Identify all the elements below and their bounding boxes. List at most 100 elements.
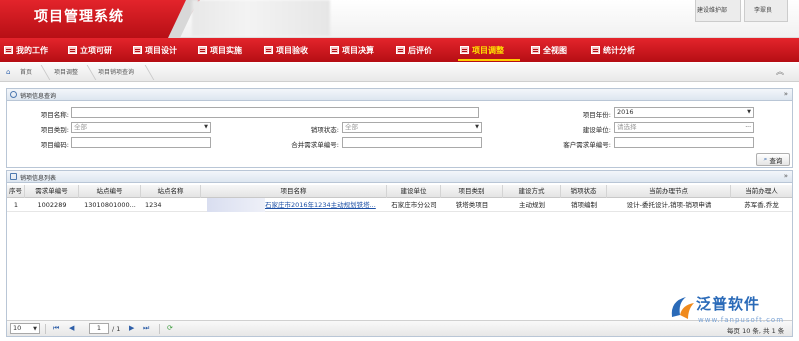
project-type-select[interactable]: 全部 ▼ bbox=[71, 122, 211, 133]
col-status[interactable]: 销项状态 bbox=[561, 185, 607, 198]
project-type-label: 项目类别: bbox=[40, 126, 69, 134]
nav-icon bbox=[396, 46, 405, 54]
project-code-input[interactable] bbox=[71, 137, 211, 148]
nav-icon bbox=[531, 46, 540, 54]
nav-project-design[interactable]: 项目设计 bbox=[133, 38, 177, 62]
project-year-label: 项目年份: bbox=[582, 111, 611, 119]
list-panel-title: 销项信息列表 bbox=[20, 175, 57, 182]
next-page-icon[interactable]: ▶ bbox=[129, 324, 134, 332]
cell-project-type: 铁塔类项目 bbox=[455, 201, 489, 209]
nav-icon bbox=[330, 46, 339, 54]
collapse-icon[interactable]: » bbox=[784, 90, 788, 98]
collapse-chevron-icon[interactable]: ︽ bbox=[776, 66, 784, 77]
project-year-value: 2016 bbox=[617, 108, 634, 116]
cancel-status-select[interactable]: 全部 ▼ bbox=[342, 122, 482, 133]
prev-page-icon[interactable]: ◀ bbox=[69, 324, 74, 332]
list-icon bbox=[10, 173, 17, 180]
merge-req-no-label: 合并需求单编号: bbox=[291, 141, 339, 149]
cell-current-node: 设计-委托设计,销项-销项申请 bbox=[626, 201, 712, 209]
cancel-status-label: 销项状态: bbox=[310, 126, 339, 134]
nav-project-settlement[interactable]: 项目决算 bbox=[330, 38, 374, 62]
nav-project-acceptance[interactable]: 项目验收 bbox=[264, 38, 308, 62]
col-build-mode[interactable]: 建设方式 bbox=[503, 185, 561, 198]
search-icon bbox=[10, 91, 17, 98]
merge-req-no-input[interactable] bbox=[342, 137, 482, 148]
dropdown-arrow-icon: ▼ bbox=[475, 124, 479, 130]
project-year-select[interactable]: 2016 ▼ bbox=[614, 107, 754, 118]
col-site-code[interactable]: 站点编号 bbox=[79, 185, 141, 198]
col-seq[interactable]: 序号 bbox=[7, 185, 25, 198]
col-build-unit[interactable]: 建设单位 bbox=[387, 185, 441, 198]
pager-separator bbox=[45, 324, 46, 334]
col-handler[interactable]: 当前办理人 bbox=[731, 185, 792, 198]
cell-build-mode: 主动规划 bbox=[519, 201, 545, 209]
app-header: 项目管理系统 建设维护部 李翠良 bbox=[0, 0, 799, 38]
page-number-input[interactable]: 1 bbox=[89, 323, 109, 334]
col-project-type[interactable]: 项目类别 bbox=[441, 185, 503, 198]
crumb-separator bbox=[33, 65, 51, 80]
page-total: / 1 bbox=[112, 325, 121, 333]
nav-project-implementation[interactable]: 项目实施 bbox=[198, 38, 242, 62]
dropdown-arrow-icon: ▼ bbox=[747, 109, 751, 115]
customer-req-no-input[interactable] bbox=[614, 137, 754, 148]
cell-seq: 1 bbox=[13, 201, 19, 209]
query-panel-title: 销项信息查询 bbox=[20, 93, 57, 100]
crumb-separator bbox=[137, 65, 155, 80]
col-req-no[interactable]: 需求单编号 bbox=[25, 185, 79, 198]
nav-icon bbox=[4, 46, 13, 54]
query-button[interactable]: ⌕ 查询 bbox=[756, 153, 790, 166]
collapse-icon[interactable]: » bbox=[784, 172, 788, 180]
build-unit-picker[interactable]: 请选择 ··· bbox=[614, 122, 754, 133]
nav-my-work[interactable]: 我的工作 bbox=[4, 38, 48, 62]
query-button-label: 查询 bbox=[769, 156, 783, 165]
nav-statistics[interactable]: 统计分析 bbox=[591, 38, 635, 62]
brand-logo-icon bbox=[671, 297, 694, 319]
nav-icon bbox=[198, 46, 207, 54]
customer-req-no-label: 客户需求单编号: bbox=[563, 141, 611, 149]
project-name-label: 项目名称: bbox=[40, 111, 69, 119]
nav-project-approval[interactable]: 立项可研 bbox=[68, 38, 112, 62]
brand-url: www.fanpusoft.com bbox=[698, 316, 785, 324]
cell-handler: 苏军香,乔龙 bbox=[744, 201, 779, 209]
col-site-name[interactable]: 站点名称 bbox=[141, 185, 201, 198]
header-banner bbox=[192, 0, 330, 36]
project-code-label: 项目编码: bbox=[40, 141, 69, 149]
project-name-link[interactable]: 石家庄市2016年1234主动规划铁塔... bbox=[265, 198, 385, 212]
page-size-select[interactable]: 10 ▼ bbox=[10, 323, 40, 334]
grid-header: 序号 需求单编号 站点编号 站点名称 项目名称 建设单位 项目类别 建设方式 销… bbox=[7, 185, 792, 198]
nav-icon bbox=[591, 46, 600, 54]
cell-site-name: 1234 bbox=[145, 201, 162, 209]
col-current-node[interactable]: 当前办理节点 bbox=[607, 185, 731, 198]
app-title: 项目管理系统 bbox=[34, 9, 124, 25]
nav-post-evaluation[interactable]: 后评价 bbox=[396, 38, 432, 62]
project-name-input[interactable] bbox=[71, 107, 479, 118]
active-nav-underline bbox=[458, 59, 520, 61]
main-nav: 我的工作 立项可研 项目设计 项目实施 项目验收 项目决算 后评价 项目调整 全… bbox=[0, 38, 799, 62]
col-project-name[interactable]: 项目名称 bbox=[201, 185, 387, 198]
refresh-icon[interactable]: ⟳ bbox=[167, 324, 173, 332]
brand-name: 泛普软件 bbox=[696, 295, 761, 313]
cell-status: 销项编制 bbox=[571, 201, 597, 209]
user-name: 李翠良 bbox=[754, 7, 773, 14]
first-page-icon[interactable]: ⏮ bbox=[53, 324, 59, 333]
page-size-value: 10 bbox=[13, 324, 22, 332]
dropdown-arrow-icon: ▼ bbox=[33, 326, 37, 332]
crumb-adjustment[interactable]: 项目调整 bbox=[54, 66, 78, 79]
crumb-separator bbox=[79, 65, 97, 80]
table-row[interactable]: 1 1002289 13010801000... 1234 石家庄市2016年1… bbox=[7, 198, 792, 212]
last-page-icon[interactable]: ⏭ bbox=[143, 324, 149, 333]
build-unit-placeholder: 请选择 bbox=[617, 123, 637, 131]
pager-separator bbox=[159, 324, 160, 334]
nav-icon bbox=[133, 46, 142, 54]
build-unit-label: 建设单位: bbox=[582, 126, 611, 134]
list-panel-header: 销项信息列表 » bbox=[7, 171, 792, 183]
query-panel-header: 销项信息查询 » bbox=[7, 89, 792, 101]
nav-overview[interactable]: 全视图 bbox=[531, 38, 567, 62]
crumb-current[interactable]: 项目销项查询 bbox=[98, 66, 134, 79]
nav-icon bbox=[68, 46, 77, 54]
nav-icon bbox=[264, 46, 273, 54]
brand-watermark: 泛普软件 www.fanpusoft.com bbox=[668, 293, 796, 333]
crumb-home[interactable]: 首页 bbox=[20, 66, 32, 79]
dropdown-arrow-icon: ▼ bbox=[204, 124, 208, 130]
home-icon[interactable]: ⌂ bbox=[6, 66, 10, 79]
